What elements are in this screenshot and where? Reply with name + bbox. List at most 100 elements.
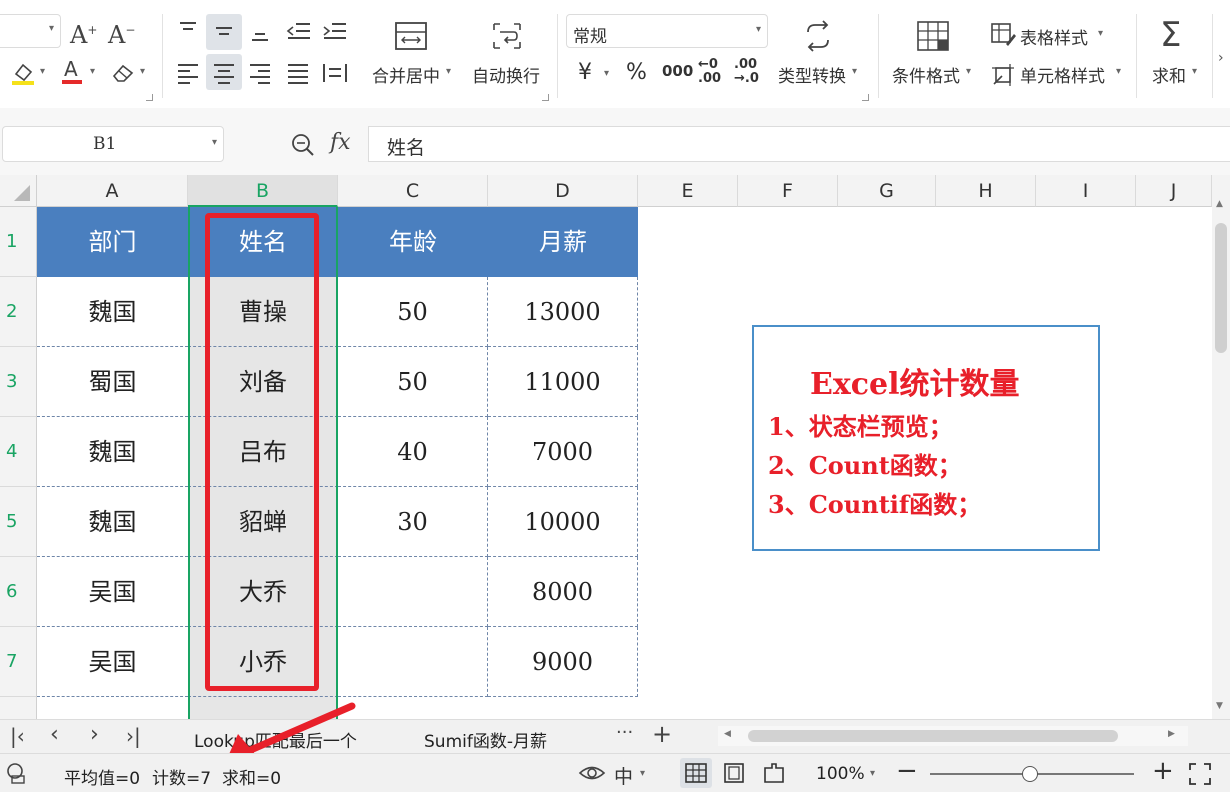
- chevron-right-icon[interactable]: ›: [1218, 50, 1224, 66]
- table-cell[interactable]: 吴国: [37, 557, 188, 627]
- table-style-label[interactable]: 表格样式: [1020, 24, 1088, 49]
- table-header-cell[interactable]: 月薪: [488, 207, 638, 277]
- align-bottom-icon[interactable]: [248, 24, 272, 47]
- chevron-down-icon[interactable]: ▾: [446, 66, 451, 77]
- eraser-icon[interactable]: [110, 60, 136, 87]
- column-header-f[interactable]: F: [738, 175, 838, 207]
- table-cell[interactable]: 魏国: [37, 277, 188, 347]
- column-header-i[interactable]: I: [1036, 175, 1136, 207]
- row-header[interactable]: 1: [0, 207, 37, 277]
- dialog-launcher-icon[interactable]: [542, 94, 549, 101]
- column-header-a[interactable]: A: [37, 175, 188, 207]
- column-header-b[interactable]: B: [188, 175, 338, 207]
- merge-center-label[interactable]: 合并居中: [372, 62, 440, 87]
- add-sheet-icon[interactable]: +: [652, 720, 672, 748]
- increase-decimal-icon[interactable]: ←0 .00: [698, 58, 721, 86]
- table-cell[interactable]: 9000: [488, 627, 638, 697]
- table-header-cell[interactable]: 年龄: [338, 207, 488, 277]
- zoom-formula-icon[interactable]: [290, 132, 316, 162]
- row-header[interactable]: 4: [0, 417, 37, 487]
- vertical-scrollbar[interactable]: ▲ ▼: [1212, 175, 1230, 719]
- table-style-icon[interactable]: [990, 22, 1016, 49]
- percent-icon[interactable]: %: [626, 60, 647, 85]
- conditional-format-icon[interactable]: [916, 20, 950, 55]
- thousands-separator-icon[interactable]: 000: [662, 62, 693, 80]
- dialog-launcher-icon[interactable]: [862, 94, 869, 101]
- table-cell[interactable]: [338, 627, 488, 697]
- first-sheet-icon[interactable]: |‹: [10, 724, 25, 748]
- align-right-icon[interactable]: [248, 62, 272, 87]
- scroll-left-icon[interactable]: ◀: [724, 729, 731, 739]
- table-header-cell[interactable]: 部门: [37, 207, 188, 277]
- row-header[interactable]: 2: [0, 277, 37, 347]
- last-sheet-icon[interactable]: ›|: [126, 724, 141, 748]
- table-cell[interactable]: 蜀国: [37, 347, 188, 417]
- number-format-select[interactable]: 常规 ▾: [566, 14, 768, 48]
- h-scroll-thumb[interactable]: [748, 730, 1118, 742]
- table-cell[interactable]: 刘备: [188, 347, 338, 417]
- table-cell[interactable]: 魏国: [37, 417, 188, 487]
- table-cell[interactable]: 30: [338, 487, 488, 557]
- table-cell[interactable]: 吴国: [37, 627, 188, 697]
- table-cell[interactable]: 吕布: [188, 417, 338, 487]
- page-layout-view-icon[interactable]: [722, 762, 746, 788]
- table-cell[interactable]: 曹操: [188, 277, 338, 347]
- align-middle-icon[interactable]: [212, 22, 236, 45]
- wrap-text-label[interactable]: 自动换行: [472, 62, 540, 87]
- table-cell[interactable]: 13000: [488, 277, 638, 347]
- prev-sheet-icon[interactable]: ‹: [50, 722, 59, 747]
- table-cell[interactable]: 11000: [488, 347, 638, 417]
- formula-input[interactable]: 姓名: [368, 126, 1230, 162]
- table-header-cell[interactable]: 姓名: [188, 207, 338, 277]
- increase-indent-icon[interactable]: [322, 22, 348, 45]
- fullscreen-icon[interactable]: [1188, 762, 1212, 790]
- column-header-e[interactable]: E: [638, 175, 738, 207]
- row-header[interactable]: 7: [0, 627, 37, 697]
- horizontal-scrollbar[interactable]: ◀ ▶: [718, 726, 1188, 746]
- distributed-align-icon[interactable]: [322, 62, 348, 87]
- page-break-view-icon[interactable]: [762, 762, 786, 788]
- cell-style-icon[interactable]: [990, 62, 1016, 89]
- normal-view-button[interactable]: [680, 758, 712, 788]
- chevron-down-icon[interactable]: ▾: [90, 66, 95, 77]
- cell-style-label[interactable]: 单元格样式: [1020, 62, 1105, 87]
- table-cell[interactable]: 10000: [488, 487, 638, 557]
- wrap-text-icon[interactable]: [490, 20, 524, 55]
- sum-icon[interactable]: Σ: [1160, 18, 1181, 52]
- column-header-d[interactable]: D: [488, 175, 638, 207]
- chevron-down-icon[interactable]: ▾: [1098, 28, 1103, 39]
- table-cell[interactable]: 魏国: [37, 487, 188, 557]
- table-cell[interactable]: 大乔: [188, 557, 338, 627]
- table-cell[interactable]: 50: [338, 277, 488, 347]
- scroll-thumb[interactable]: [1215, 223, 1227, 353]
- merge-center-icon[interactable]: [394, 20, 428, 55]
- type-convert-icon[interactable]: [802, 20, 834, 55]
- note-textbox[interactable]: Excel统计数量 1、状态栏预览； 2、Count函数； 3、Countif函…: [752, 325, 1100, 551]
- zoom-out-icon[interactable]: −: [896, 756, 918, 786]
- font-color-icon[interactable]: A: [60, 57, 84, 89]
- scroll-up-icon[interactable]: ▲: [1216, 199, 1223, 209]
- type-convert-label[interactable]: 类型转换: [778, 62, 846, 87]
- scroll-down-icon[interactable]: ▼: [1216, 701, 1223, 711]
- align-left-icon[interactable]: [176, 62, 200, 87]
- zoom-slider-handle[interactable]: [1022, 766, 1038, 782]
- macro-record-icon[interactable]: [6, 762, 30, 788]
- next-sheet-icon[interactable]: ›: [90, 722, 99, 747]
- row-header[interactable]: 6: [0, 557, 37, 627]
- row-header[interactable]: 3: [0, 347, 37, 417]
- dialog-launcher-icon[interactable]: [146, 94, 153, 101]
- chevron-down-icon[interactable]: ▾: [1116, 66, 1121, 77]
- chevron-down-icon[interactable]: ▾: [966, 66, 971, 77]
- align-top-icon[interactable]: [176, 20, 200, 43]
- currency-icon[interactable]: ¥: [578, 60, 592, 85]
- decrease-indent-icon[interactable]: [286, 22, 312, 45]
- table-cell[interactable]: 8000: [488, 557, 638, 627]
- table-cell[interactable]: 貂蝉: [188, 487, 338, 557]
- chevron-down-icon[interactable]: ▾: [870, 768, 875, 779]
- column-header-j[interactable]: J: [1136, 175, 1212, 207]
- chevron-down-icon[interactable]: ▾: [604, 68, 609, 79]
- table-cell[interactable]: 40: [338, 417, 488, 487]
- row-header[interactable]: [0, 697, 37, 720]
- chevron-down-icon[interactable]: ▾: [140, 66, 145, 77]
- decrease-decimal-icon[interactable]: .00 →.0: [734, 58, 759, 86]
